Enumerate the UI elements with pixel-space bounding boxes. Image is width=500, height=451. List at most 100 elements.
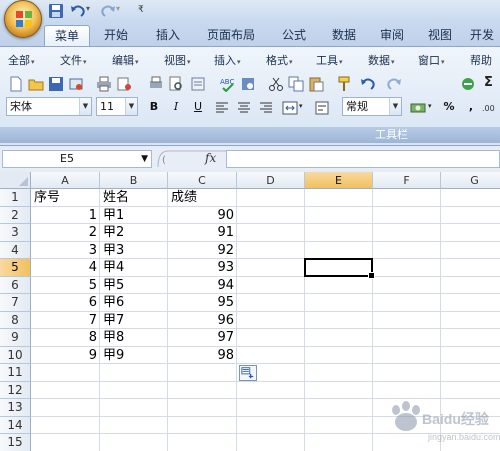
cell-score[interactable]: 96 xyxy=(171,313,234,330)
tab-review[interactable]: 审阅 xyxy=(372,25,412,46)
cell-name[interactable]: 甲2 xyxy=(103,225,165,242)
row-header-13[interactable]: 13 xyxy=(0,399,31,417)
cell-seq[interactable]: 6 xyxy=(34,295,97,312)
currency-format-icon[interactable] xyxy=(410,100,426,116)
tab-insert[interactable]: 插入 xyxy=(148,25,188,46)
cell-seq[interactable]: 3 xyxy=(34,243,97,260)
cell-seq[interactable]: 1 xyxy=(34,208,97,225)
tab-data[interactable]: 数据 xyxy=(324,25,364,46)
font-name-select[interactable]: 宋体 ▼ xyxy=(6,97,92,116)
chevron-down-icon[interactable]: ▼ xyxy=(125,98,137,115)
cell-seq[interactable]: 9 xyxy=(34,348,97,365)
cell-seq[interactable]: 5 xyxy=(34,278,97,295)
comma-button[interactable]: , xyxy=(462,98,480,115)
cell-seq[interactable]: 2 xyxy=(34,225,97,242)
active-cell-e5[interactable] xyxy=(304,258,375,278)
cell-score[interactable]: 97 xyxy=(171,330,234,347)
cell-score[interactable]: 98 xyxy=(171,348,234,365)
tab-view[interactable]: 视图 xyxy=(420,25,460,46)
redo-icon[interactable] xyxy=(100,3,116,19)
row-header-15[interactable]: 15 xyxy=(0,434,31,451)
header-cell[interactable]: 成绩 xyxy=(171,190,234,207)
row-header-3[interactable]: 3 xyxy=(0,224,31,242)
spelling-icon[interactable]: ABC xyxy=(220,76,236,92)
wrap-text-icon[interactable] xyxy=(314,100,330,116)
cell-name[interactable]: 甲6 xyxy=(103,295,165,312)
paste-icon[interactable] xyxy=(308,76,324,92)
percent-button[interactable]: % xyxy=(440,98,458,115)
row-header-11[interactable]: 11 xyxy=(0,364,31,382)
copy-icon[interactable] xyxy=(288,76,304,92)
cell-name[interactable]: 甲1 xyxy=(103,208,165,225)
hyperlink-icon[interactable] xyxy=(460,76,476,92)
column-header-b[interactable]: B xyxy=(100,172,168,189)
cell-name[interactable]: 甲5 xyxy=(103,278,165,295)
research-book-icon[interactable] xyxy=(240,76,256,92)
office-button[interactable] xyxy=(4,0,42,38)
cell-score[interactable]: 90 xyxy=(171,208,234,225)
menu-all[interactable]: 全部▾ xyxy=(8,53,35,70)
underline-button[interactable]: U xyxy=(189,98,207,115)
tab-formulas[interactable]: 公式 xyxy=(274,25,314,46)
preview-magnifier-icon[interactable] xyxy=(168,76,184,92)
header-cell[interactable]: 姓名 xyxy=(103,190,165,207)
cut-icon[interactable] xyxy=(268,76,284,92)
chevron-down-icon[interactable]: ▼ xyxy=(141,151,148,167)
menu-format[interactable]: 格式▾ xyxy=(266,53,293,70)
header-cell[interactable]: 序号 xyxy=(34,190,97,207)
formula-input[interactable] xyxy=(226,150,500,168)
chevron-down-icon[interactable]: ▼ xyxy=(389,98,401,115)
menu-tools[interactable]: 工具▾ xyxy=(316,53,343,70)
cell-name[interactable]: 甲7 xyxy=(103,313,165,330)
cell-name[interactable]: 甲8 xyxy=(103,330,165,347)
cell-score[interactable]: 93 xyxy=(171,260,234,277)
row-header-12[interactable]: 12 xyxy=(0,381,31,399)
menu-data[interactable]: 数据▾ xyxy=(368,53,395,70)
autofill-options-icon[interactable] xyxy=(239,365,257,381)
cell-score[interactable]: 91 xyxy=(171,225,234,242)
menu-file[interactable]: 文件▾ xyxy=(60,53,87,70)
row-header-14[interactable]: 14 xyxy=(0,416,31,434)
redo-dropdown-icon[interactable]: ▾ xyxy=(116,4,120,13)
undo-icon[interactable] xyxy=(70,3,86,19)
cell-score[interactable]: 94 xyxy=(171,278,234,295)
research-icon[interactable] xyxy=(190,76,206,92)
tab-page-layout[interactable]: 页面布局 xyxy=(200,25,262,46)
bold-button[interactable]: B xyxy=(145,98,163,115)
cell-seq[interactable]: 8 xyxy=(34,330,97,347)
row-header-8[interactable]: 8 xyxy=(0,311,31,329)
menu-window[interactable]: 窗口▾ xyxy=(418,53,445,70)
cell-score[interactable]: 92 xyxy=(171,243,234,260)
undo-icon[interactable] xyxy=(360,76,376,92)
cell-name[interactable]: 甲9 xyxy=(103,348,165,365)
column-header-g[interactable]: G xyxy=(441,172,500,189)
print-icon[interactable] xyxy=(96,76,112,92)
menu-help[interactable]: 帮助 xyxy=(470,53,492,69)
cell-seq[interactable]: 7 xyxy=(34,313,97,330)
row-header-9[interactable]: 9 xyxy=(0,329,31,347)
align-left-icon[interactable] xyxy=(214,100,230,116)
permission-icon[interactable] xyxy=(68,76,84,92)
open-folder-icon[interactable] xyxy=(28,76,44,92)
column-header-d[interactable]: D xyxy=(237,172,305,189)
cell-seq[interactable]: 4 xyxy=(34,260,97,277)
row-header-1[interactable]: 1 xyxy=(0,189,31,207)
increase-decimal-icon[interactable]: .00 xyxy=(482,100,498,116)
autosum-icon[interactable]: Σ xyxy=(484,75,493,90)
select-all-corner[interactable] xyxy=(0,172,31,189)
menu-view[interactable]: 视图▾ xyxy=(164,53,191,70)
save-icon[interactable] xyxy=(48,76,64,92)
row-header-5[interactable]: 5 xyxy=(0,259,31,277)
insert-function-icon[interactable]: fx xyxy=(205,151,216,165)
cell-name[interactable]: 甲3 xyxy=(103,243,165,260)
menu-insert[interactable]: 插入▾ xyxy=(214,53,241,70)
chevron-down-icon[interactable]: ▾ xyxy=(299,102,303,110)
tab-home[interactable]: 开始 xyxy=(96,25,136,46)
undo-dropdown-icon[interactable]: ▾ xyxy=(86,4,90,13)
name-box[interactable]: E5 ▼ xyxy=(2,150,152,168)
format-painter-icon[interactable] xyxy=(336,76,352,92)
cell-name[interactable]: 甲4 xyxy=(103,260,165,277)
customize-dropdown-icon[interactable]: ₹ xyxy=(138,3,148,17)
row-header-2[interactable]: 2 xyxy=(0,206,31,224)
redo-icon[interactable] xyxy=(386,76,402,92)
